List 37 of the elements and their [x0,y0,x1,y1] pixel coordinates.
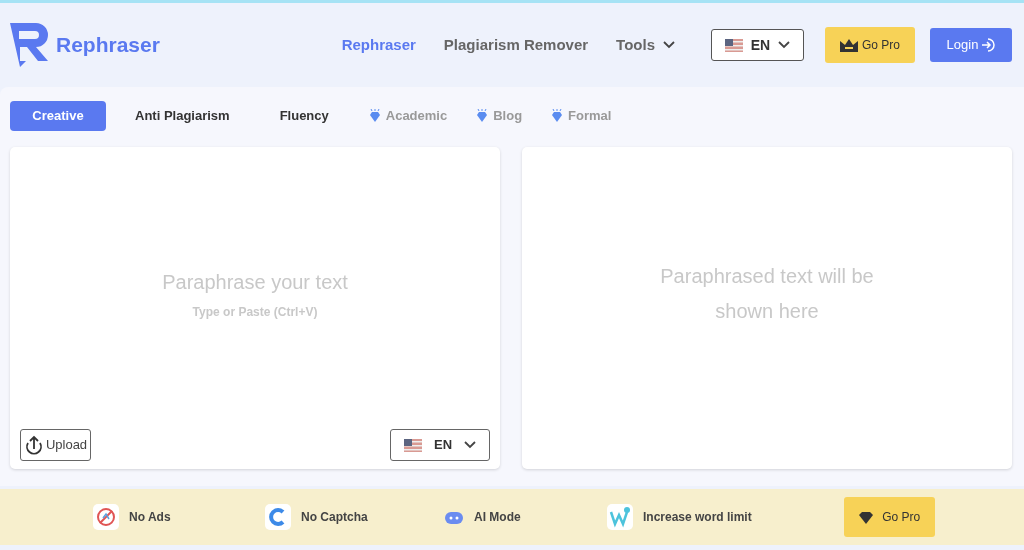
language-select[interactable]: EN [390,429,490,461]
feature-label: No Ads [129,509,171,526]
nav-link[interactable]: Rephraser [341,33,416,57]
feature-label: Increase word limit [643,509,752,526]
mode-tab[interactable]: Anti Plagiarism [114,101,251,131]
login-button[interactable]: Login [930,28,1012,62]
upload-button[interactable]: Upload [20,429,91,461]
caret-icon [663,41,675,49]
go-pro-button[interactable]: Go Pro [825,27,915,63]
feature-label: AI Mode [474,509,521,526]
mode-tab[interactable]: Academic [357,101,458,131]
mode-tab[interactable]: Formal [540,101,622,131]
flag-icon [724,38,743,52]
brand-name[interactable]: Rephraser [56,29,160,61]
crown-icon [840,38,858,52]
flag-icon [403,438,422,452]
language-select[interactable]: EN [711,29,804,61]
caret-icon [778,41,791,49]
mode-tab[interactable]: Creative [10,101,106,131]
robot-icon [444,509,464,525]
diamond-icon [475,109,490,123]
diamond-icon [367,109,382,123]
diamond-icon [858,509,875,525]
go-pro-button[interactable]: Go Pro [843,497,935,537]
nav-link[interactable]: Plagiarism Remover [443,33,589,57]
caret-icon [464,441,477,449]
captcha-icon [265,504,291,530]
mode-tab[interactable]: Blog [465,101,533,131]
feature-label: No Captcha [301,509,368,526]
word-limit-icon [607,504,633,530]
logo-icon [10,23,48,67]
no-ads-icon [93,504,119,530]
login-icon [981,38,996,52]
mode-tab[interactable]: Fluency [258,101,350,131]
nav-dropdown[interactable]: Tools [616,33,675,57]
upload-icon [23,435,44,455]
diamond-icon [550,109,565,123]
